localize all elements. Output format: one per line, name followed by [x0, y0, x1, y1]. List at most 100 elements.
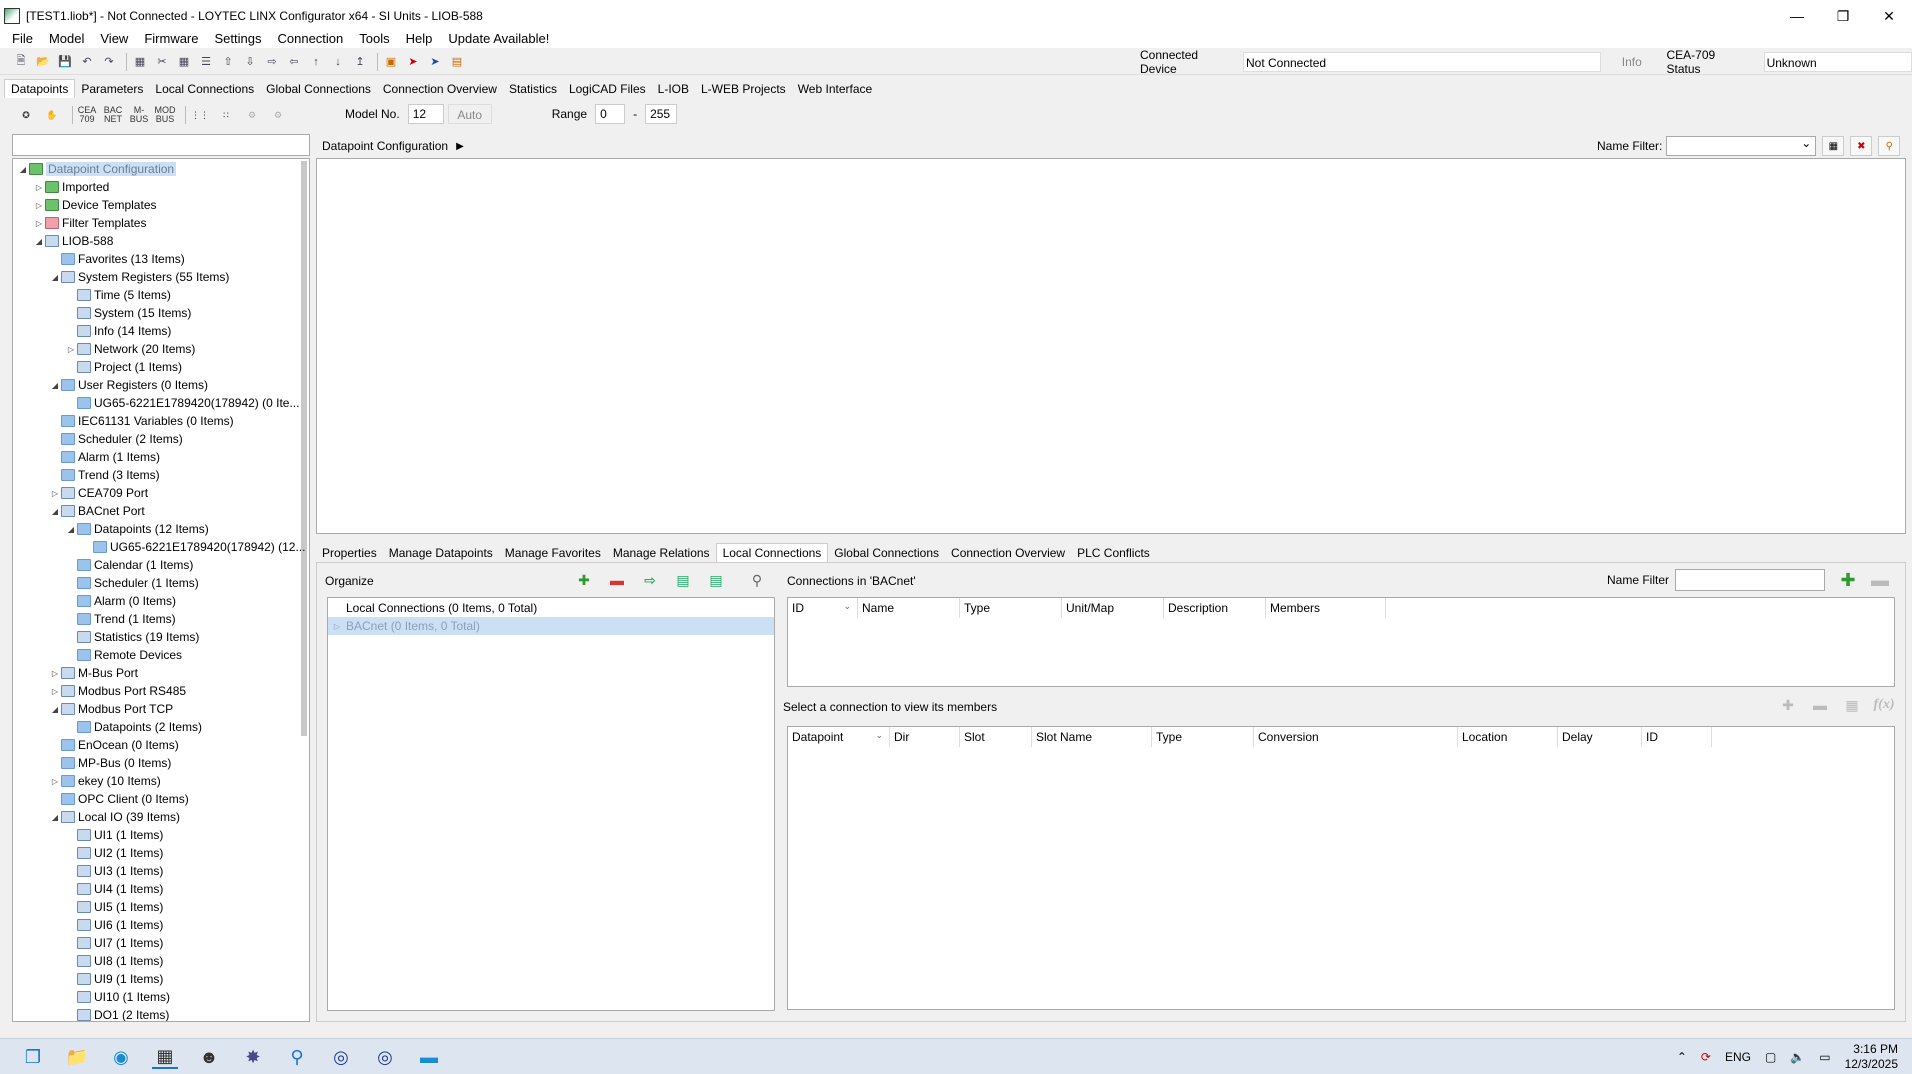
menu-file[interactable]: File	[4, 31, 41, 46]
expand-toggle-icon[interactable]: ◢	[49, 507, 61, 516]
column-header[interactable]: Conversion	[1254, 727, 1458, 747]
add-connection-icon[interactable]: ✚	[1837, 569, 1859, 591]
tree-item[interactable]: IEC61131 Variables (0 Items)	[49, 412, 234, 430]
tree-item[interactable]: ▷ Filter Templates	[33, 214, 147, 232]
tree-item[interactable]: ◢ Local IO (39 Items)	[49, 808, 180, 826]
tree-item[interactable]: Trend (3 Items)	[49, 466, 160, 484]
filter-search-icon[interactable]: ⚲	[1878, 136, 1901, 156]
menu-firmware[interactable]: Firmware	[136, 31, 206, 46]
new-group-icon[interactable]: ▤	[670, 569, 696, 591]
tree-item[interactable]: UI2 (1 Items)	[65, 844, 163, 862]
member-properties-icon[interactable]: ▦	[1841, 694, 1863, 716]
expand-toggle-icon[interactable]: ▷	[49, 669, 61, 678]
tab-datapoints[interactable]: Datapoints	[4, 79, 76, 98]
expand-toggle-icon[interactable]: ▷	[33, 201, 45, 210]
list-icon[interactable]: ☰	[197, 53, 215, 71]
column-header[interactable]: Description	[1164, 598, 1266, 618]
tree-item[interactable]: UI4 (1 Items)	[65, 880, 163, 898]
expand-toggle-icon[interactable]: ▷	[49, 777, 61, 786]
column-header[interactable]: ID	[1642, 727, 1712, 747]
expand-toggle-icon[interactable]: ◢	[49, 705, 61, 714]
column-header[interactable]: Location	[1458, 727, 1558, 747]
new-subgroup-icon[interactable]: ▤	[703, 569, 729, 591]
send-red-icon[interactable]: ➤	[404, 53, 422, 71]
network-tool-icon[interactable]: ✸	[240, 1045, 266, 1069]
file-explorer-icon[interactable]: 📁	[64, 1045, 90, 1069]
upload-icon[interactable]: ⇧	[219, 53, 237, 71]
tree-item[interactable]: ▷ ekey (10 Items)	[49, 772, 161, 790]
tree-item[interactable]: MP-Bus (0 Items)	[49, 754, 171, 772]
subtab-manage-relations[interactable]: Manage Relations	[607, 544, 716, 562]
tree-item[interactable]: Statistics (19 Items)	[65, 628, 199, 646]
tree-item[interactable]: ▷ Network (20 Items)	[65, 340, 195, 358]
project-icon[interactable]: ▣	[382, 53, 400, 71]
column-header[interactable]: Unit/Map	[1062, 598, 1164, 618]
globe-tool-icon[interactable]: ◎	[328, 1045, 354, 1069]
tree-search-input[interactable]	[12, 134, 310, 156]
linx-configurator-icon[interactable]: ▦	[152, 1045, 178, 1069]
gear-gray-icon[interactable]: ⚙	[242, 105, 262, 125]
report-icon[interactable]: ▤	[448, 53, 466, 71]
breadcrumb-arrow-icon[interactable]: ▶	[456, 141, 464, 152]
dots-grid2-icon[interactable]: ∷	[216, 105, 236, 125]
tree-item[interactable]: Datapoints (2 Items)	[65, 718, 202, 736]
redo-icon[interactable]: ↷	[100, 53, 118, 71]
tab-l-web-projects[interactable]: L-WEB Projects	[695, 80, 792, 98]
remove-folder-icon[interactable]: ▬	[604, 569, 630, 591]
tab-global-connections[interactable]: Global Connections	[260, 80, 377, 98]
remove-member-icon[interactable]: ▬	[1809, 694, 1831, 716]
tree-item[interactable]: ◢ LIOB-588	[33, 232, 113, 250]
tree-item[interactable]: UI7 (1 Items)	[65, 934, 163, 952]
range-from-field[interactable]: 0	[595, 104, 626, 124]
tree-item[interactable]: Favorites (13 Items)	[49, 250, 185, 268]
tree-item[interactable]: Remote Devices	[65, 646, 182, 664]
tree-item[interactable]: OPC Client (0 Items)	[49, 790, 189, 808]
disconnect-icon[interactable]: ✂	[153, 53, 171, 71]
expand-toggle-icon[interactable]: ◢	[33, 237, 45, 246]
tree-item[interactable]: Trend (1 Items)	[65, 610, 176, 628]
tree-item[interactable]: ◢ Modbus Port TCP	[49, 700, 173, 718]
tree-item[interactable]: ◢ Datapoints (12 Items)	[65, 520, 209, 538]
tab-connection-overview[interactable]: Connection Overview	[377, 80, 503, 98]
tree-item[interactable]: ◢ User Registers (0 Items)	[49, 376, 208, 394]
search-icon[interactable]: ⚲	[744, 569, 770, 591]
menu-settings[interactable]: Settings	[207, 31, 270, 46]
tree-item[interactable]: UI9 (1 Items)	[65, 970, 163, 988]
connections-filter-input[interactable]	[1675, 569, 1826, 591]
tab-parameters[interactable]: Parameters	[75, 80, 149, 98]
tree-item[interactable]: Scheduler (2 Items)	[49, 430, 183, 448]
tree-item[interactable]: UI5 (1 Items)	[65, 898, 163, 916]
tray-monitor-icon[interactable]: ▢	[1765, 1050, 1776, 1064]
tree-item[interactable]: ▷ M-Bus Port	[49, 664, 138, 682]
tree-item[interactable]: UG65-6221E1789420(178942) (0 Ite...	[65, 394, 299, 412]
tray-sync-icon[interactable]: ⟳	[1701, 1050, 1711, 1064]
tree-item[interactable]: UG65-6221E1789420(178942) (12...	[81, 538, 305, 556]
expand-toggle-icon[interactable]: ▷	[33, 219, 45, 228]
menu-tools[interactable]: Tools	[351, 31, 397, 46]
tray-clock[interactable]: 3:16 PM 12/3/2025	[1845, 1042, 1898, 1072]
mbus-icon[interactable]: M- BUS	[129, 105, 149, 125]
name-filter-dropdown[interactable]	[1666, 136, 1817, 156]
menu-model[interactable]: Model	[41, 31, 92, 46]
send-blue-icon[interactable]: ➤	[426, 53, 444, 71]
function-icon[interactable]: f(x)	[1873, 694, 1895, 716]
tree-item[interactable]: ◢ System Registers (55 Items)	[49, 268, 229, 286]
tree-item[interactable]: UI3 (1 Items)	[65, 862, 163, 880]
tree-item[interactable]: System (15 Items)	[65, 304, 191, 322]
menu-view[interactable]: View	[92, 31, 136, 46]
tray-volume-icon[interactable]: 🔈	[1790, 1050, 1805, 1064]
connections-table[interactable]: ID ⌄ Name Type Unit/Map Description Members	[787, 597, 1895, 687]
info-button[interactable]: Info	[1607, 52, 1656, 72]
subtab-manage-datapoints[interactable]: Manage Datapoints	[383, 544, 499, 562]
expand-toggle-icon[interactable]: ▷	[49, 489, 61, 498]
tree-item[interactable]: ▷ Device Templates	[33, 196, 157, 214]
new-file-icon[interactable]: 🗎	[12, 53, 30, 71]
tree-item[interactable]: UI8 (1 Items)	[65, 952, 163, 970]
search-magnifier-icon[interactable]: ⚲	[284, 1045, 310, 1069]
tree-item[interactable]: UI1 (1 Items)	[65, 826, 163, 844]
subtab-global-connections[interactable]: Global Connections	[828, 544, 945, 562]
column-header[interactable]: ID ⌄	[788, 598, 858, 618]
column-header[interactable]: Members	[1266, 598, 1386, 618]
expand-toggle-icon[interactable]: ◢	[65, 525, 77, 534]
subtab-manage-favorites[interactable]: Manage Favorites	[499, 544, 607, 562]
